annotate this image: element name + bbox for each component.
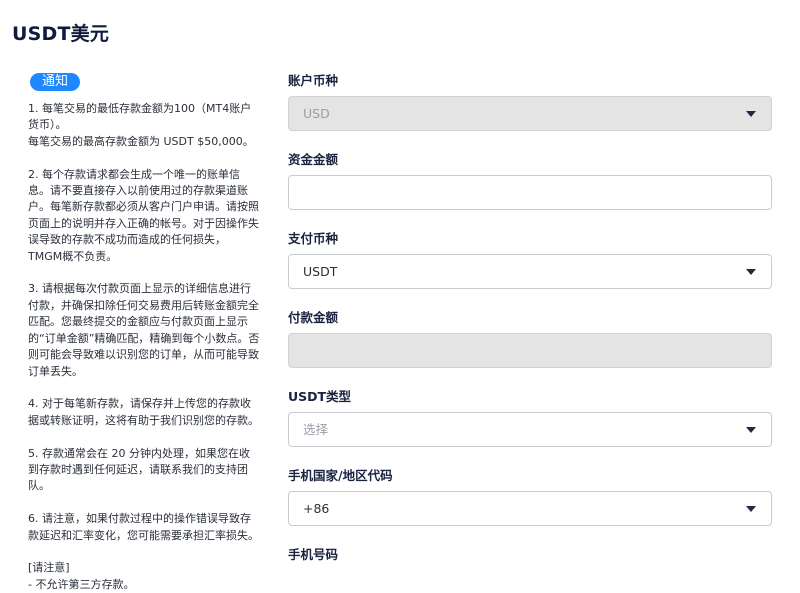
- payment-currency-label: 支付币种: [288, 231, 339, 246]
- chevron-down-icon: [746, 506, 756, 512]
- chevron-down-icon: [746, 269, 756, 275]
- usdt-type-select[interactable]: 选择: [288, 412, 772, 447]
- phone-country-code-value: +86: [303, 501, 330, 516]
- account-currency-select: USD: [288, 96, 772, 131]
- page-title: USDT美元: [12, 23, 110, 45]
- usdt-type-label: USDT类型: [288, 389, 352, 404]
- payment-currency-field: 支付币种 USDT: [288, 230, 772, 289]
- usdt-type-placeholder: 选择: [303, 422, 329, 437]
- chevron-down-icon: [746, 111, 756, 117]
- chevron-down-icon: [746, 427, 756, 433]
- payment-amount-input: [288, 333, 772, 368]
- deposit-amount-input[interactable]: [288, 175, 772, 210]
- notice-badge: 通知: [30, 73, 81, 91]
- notice-panel: 通知 1. 每笔交易的最低存款金额为100（MT4账户货币）。 每笔交易的最高存…: [28, 70, 260, 593]
- account-currency-field: 账户币种 USD: [288, 72, 772, 131]
- payment-amount-field: 付款金额: [288, 309, 772, 368]
- payment-currency-select[interactable]: USDT: [288, 254, 772, 289]
- payment-currency-value: USDT: [303, 264, 338, 279]
- notice-text: 1. 每笔交易的最低存款金额为100（MT4账户货币）。 每笔交易的最高存款金额…: [28, 102, 260, 591]
- phone-country-code-label: 手机国家/地区代码: [288, 468, 393, 483]
- phone-country-code-select[interactable]: +86: [288, 491, 772, 526]
- payment-amount-label: 付款金额: [288, 310, 339, 325]
- phone-number-field: 手机号码: [288, 546, 772, 564]
- account-currency-value: USD: [303, 106, 330, 121]
- deposit-amount-label: 资金金额: [288, 152, 339, 167]
- deposit-amount-field: 资金金额: [288, 151, 772, 210]
- account-currency-label: 账户币种: [288, 73, 339, 88]
- phone-country-code-field: 手机国家/地区代码 +86: [288, 467, 772, 526]
- usdt-type-field: USDT类型 选择: [288, 388, 772, 447]
- phone-number-label: 手机号码: [288, 547, 339, 562]
